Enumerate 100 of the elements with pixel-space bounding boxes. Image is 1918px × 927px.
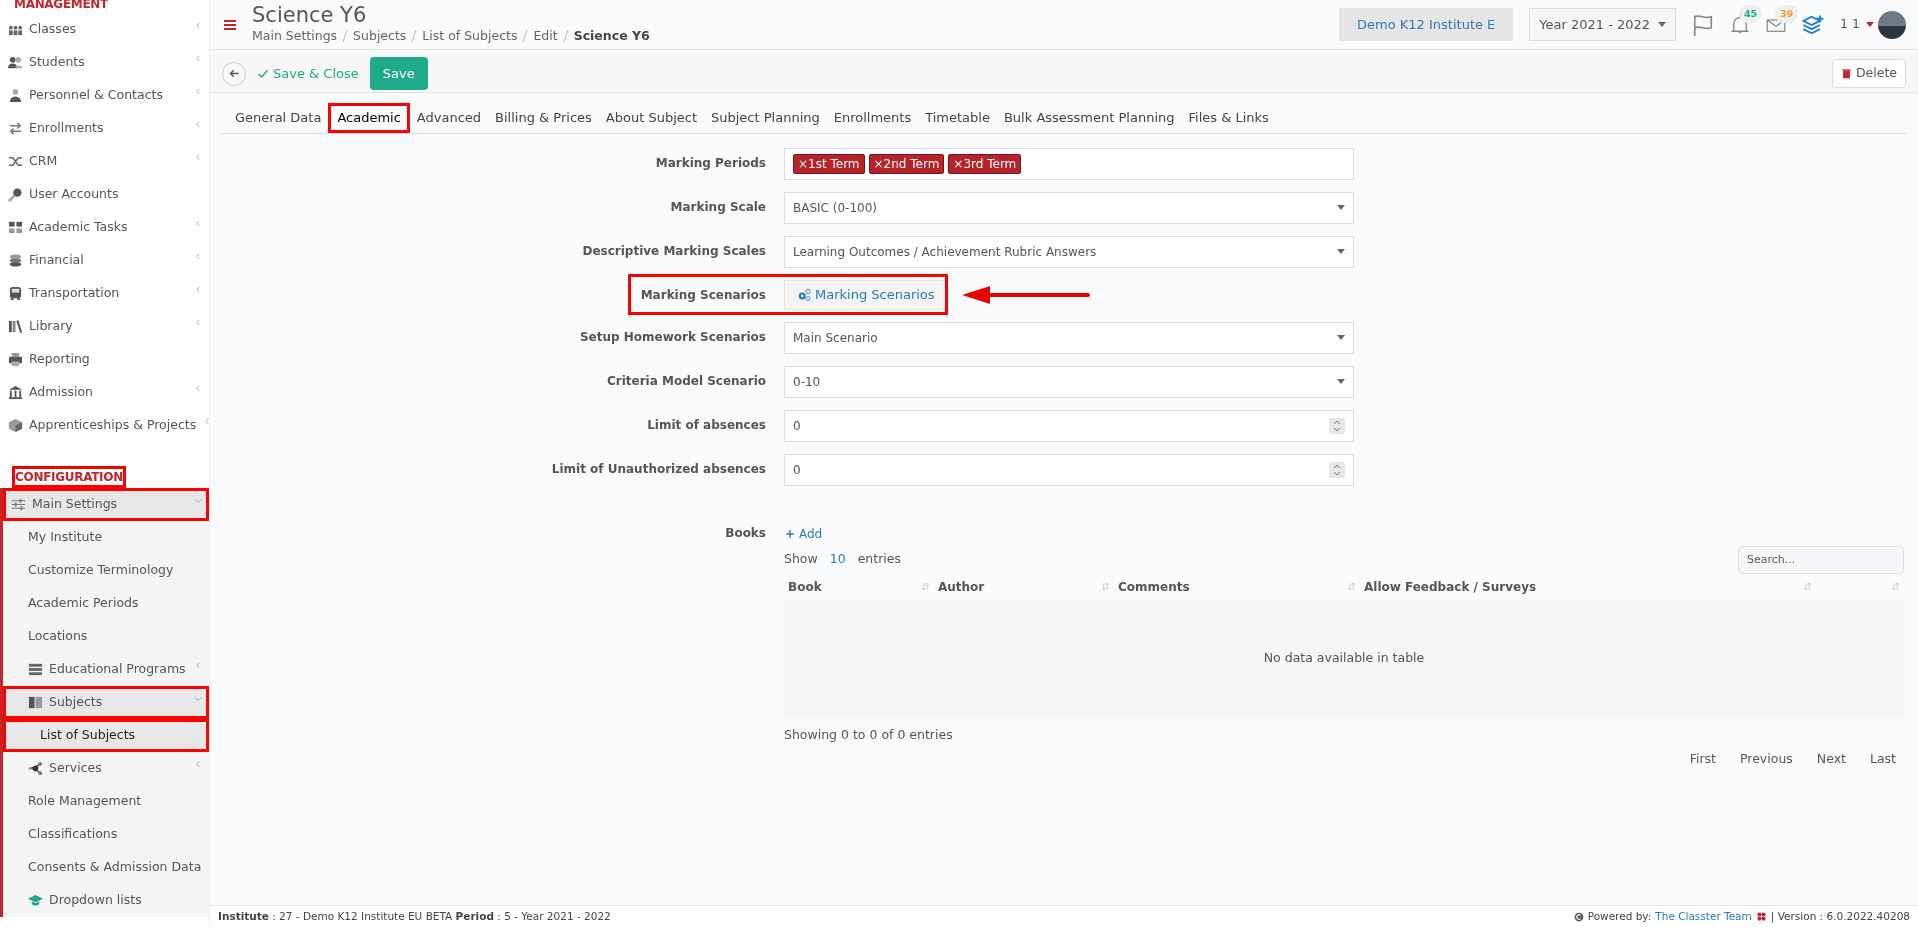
- printer-icon: [8, 352, 23, 367]
- breadcrumb-link[interactable]: List of Subjects: [422, 26, 518, 46]
- page-size-select[interactable]: 10: [825, 550, 850, 569]
- select-field[interactable]: Learning Outcomes / Achievement Rubric Answers: [784, 235, 1354, 268]
- tab[interactable]: Bulk Assessment Planning: [996, 103, 1182, 133]
- page-title: Science Y6: [252, 3, 368, 27]
- sort-icon: [1347, 582, 1356, 591]
- spinner-icon: [1329, 417, 1345, 434]
- column-header[interactable]: Author: [934, 573, 1114, 600]
- select-field[interactable]: BASIC (0-100): [784, 191, 1354, 224]
- sidebar-item[interactable]: Services: [3, 752, 209, 785]
- sidebar-item[interactable]: Students: [0, 46, 209, 79]
- tag[interactable]: ×1st Term: [793, 153, 865, 174]
- select-field[interactable]: Main Scenario: [784, 321, 1354, 354]
- tab[interactable]: Timetable: [918, 103, 997, 133]
- sidebar-item[interactable]: Transportation: [0, 277, 209, 310]
- sidebar-item[interactable]: Personnel & Contacts: [0, 79, 209, 112]
- column-header[interactable]: Book: [784, 573, 934, 600]
- sidebar-item[interactable]: Admission: [0, 376, 209, 409]
- separator-icon: [341, 29, 350, 44]
- notification-count: 45: [1738, 4, 1763, 23]
- sidebar-item[interactable]: CRM: [0, 145, 209, 178]
- separator-icon: [410, 29, 419, 44]
- sidebar-item[interactable]: Educational Programs: [3, 653, 209, 686]
- field-label: Books: [725, 524, 766, 542]
- sidebar-item[interactable]: Reporting: [0, 343, 209, 376]
- tab[interactable]: Billing & Prices: [488, 103, 599, 133]
- column-header[interactable]: Allow Feedback / Surveys: [1360, 573, 1816, 600]
- breadcrumb-link[interactable]: Edit: [533, 26, 558, 46]
- sidebar-item[interactable]: Consents & Admission Data: [3, 851, 209, 884]
- tab[interactable]: Advanced: [409, 103, 489, 133]
- sidebar-item[interactable]: Locations: [3, 620, 209, 653]
- building-icon: [8, 385, 23, 400]
- tab[interactable]: General Data: [228, 103, 329, 133]
- breadcrumb-link[interactable]: Subjects: [353, 26, 407, 46]
- sliders-icon: [11, 497, 26, 512]
- year-dropdown[interactable]: Year 2021 - 2022: [1529, 7, 1677, 42]
- breadcrumb-link[interactable]: Main Settings: [252, 26, 338, 46]
- coins-icon: [8, 253, 23, 268]
- plus-icon: [785, 528, 795, 539]
- number-field[interactable]: 0: [784, 409, 1354, 442]
- delete-button[interactable]: Delete: [1831, 59, 1906, 88]
- sidebar-item[interactable]: User Accounts: [0, 178, 209, 211]
- field-label: Setup Homework Scenarios: [579, 328, 766, 346]
- field-label: Marking Periods: [655, 154, 766, 172]
- back-button[interactable]: [222, 61, 246, 86]
- sidebar-item[interactable]: Enrollments: [0, 112, 209, 145]
- search-field[interactable]: Search...: [1738, 545, 1904, 574]
- tag[interactable]: ×3rd Term: [948, 153, 1022, 174]
- cube-icon: [8, 418, 23, 433]
- sidebar-item[interactable]: Academic Periods: [3, 587, 209, 620]
- footer-info: Institute : 27 - Demo K12 Institute EU BETA Period : 5 - Year 2021 - 2022: [218, 908, 611, 924]
- copyright-icon: [1573, 911, 1584, 922]
- pagination-link[interactable]: Previous: [1740, 750, 1793, 769]
- tab[interactable]: About Subject: [598, 103, 704, 133]
- pagination-link[interactable]: First: [1689, 750, 1716, 769]
- marking-scenarios-button[interactable]: Marking Scenarios: [784, 279, 948, 310]
- number-field[interactable]: 0: [784, 453, 1354, 486]
- field-label: Marking Scale: [670, 198, 766, 216]
- tab[interactable]: Subject Planning: [704, 103, 827, 133]
- sidebar-item[interactable]: Dropdown lists: [3, 884, 209, 917]
- select-field[interactable]: 0-10: [784, 365, 1354, 398]
- add-button[interactable]: Add: [784, 523, 824, 544]
- sort-icon: [921, 582, 930, 591]
- sidebar-item[interactable]: Academic Tasks: [0, 211, 209, 244]
- show-label: Show: [784, 550, 818, 569]
- field-label: Limit of Unauthorized absences: [551, 460, 766, 478]
- check-icon: [257, 67, 269, 80]
- message-count: 39: [1774, 4, 1799, 23]
- tab[interactable]: Enrollments: [826, 103, 919, 133]
- user-name[interactable]: 1 1: [1840, 15, 1860, 34]
- empty-message: No data available in table: [1263, 649, 1425, 668]
- sidebar-item[interactable]: List of Subjects: [3, 719, 209, 752]
- sort-icon: [1101, 582, 1110, 591]
- spinner-icon: [1329, 461, 1345, 478]
- sidebar-item[interactable]: Classifications: [3, 818, 209, 851]
- field-label: Limit of absences: [647, 416, 766, 434]
- sidebar-item[interactable]: Subjects: [3, 686, 209, 719]
- avatar[interactable]: [1878, 10, 1906, 39]
- institute-button[interactable]: Demo K12 Institute E: [1339, 7, 1514, 42]
- sidebar-item[interactable]: Main Settings: [3, 488, 209, 521]
- tab[interactable]: Academic: [328, 103, 410, 133]
- version-label: | Version : 6.0.2022.40208: [1770, 908, 1910, 925]
- pagination-link[interactable]: Last: [1869, 750, 1896, 769]
- sidebar-item[interactable]: Classes: [0, 13, 209, 46]
- tag[interactable]: ×2nd Term: [868, 153, 945, 174]
- tags-field[interactable]: ×1st Term ×2nd Term ×3rd Term: [784, 147, 1354, 180]
- separator-icon: [561, 29, 570, 44]
- sidebar-item[interactable]: Apprenticeships & Projects: [0, 409, 209, 442]
- sidebar-item[interactable]: Customize Terminology: [3, 554, 209, 587]
- sidebar-item[interactable]: Financial: [0, 244, 209, 277]
- tab[interactable]: Files & Links: [1181, 103, 1276, 133]
- sort-icon: [1891, 582, 1900, 591]
- sidebar-item[interactable]: My Institute: [3, 521, 209, 554]
- sidebar-item[interactable]: Role Management: [3, 785, 209, 818]
- bus-icon: [8, 286, 23, 301]
- team-link[interactable]: The Classter Team: [1655, 908, 1752, 925]
- pagination-link[interactable]: Next: [1816, 750, 1846, 769]
- column-header[interactable]: Comments: [1114, 573, 1360, 600]
- sidebar-item[interactable]: Library: [0, 310, 209, 343]
